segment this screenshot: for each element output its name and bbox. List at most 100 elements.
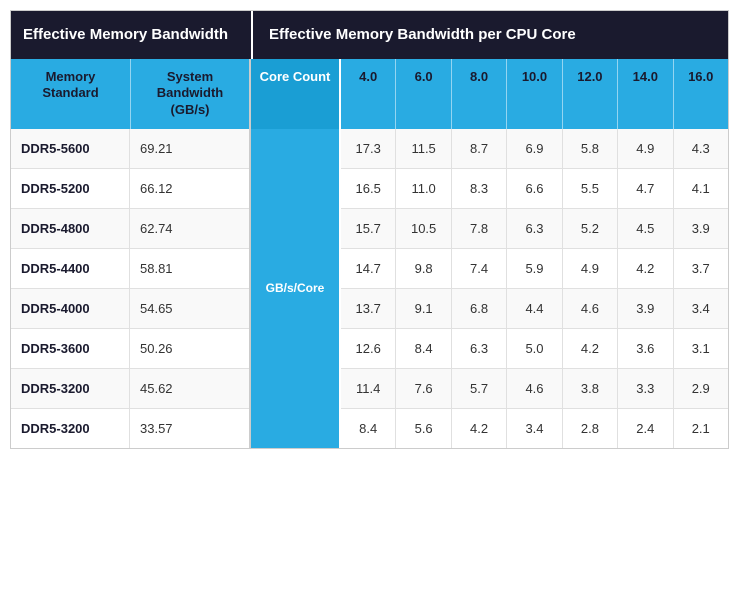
header-left-title: Effective Memory Bandwidth (11, 11, 251, 59)
value-cell: 13.7 (341, 289, 396, 328)
left-data-row: DDR5-440058.81 (11, 249, 249, 289)
system-bandwidth-cell: 54.65 (130, 289, 249, 328)
header-row: Effective Memory Bandwidth Effective Mem… (11, 11, 728, 59)
value-cell: 17.3 (341, 129, 396, 168)
value-cell: 5.6 (396, 409, 451, 448)
value-cell: 12.6 (341, 329, 396, 368)
value-cell: 4.2 (563, 329, 618, 368)
value-cell: 10.5 (396, 209, 451, 248)
value-cell: 3.1 (674, 329, 728, 368)
value-cell: 11.4 (341, 369, 396, 408)
value-cell: 5.8 (563, 129, 618, 168)
subheader-core-8.0: 8.0 (452, 59, 507, 130)
memory-standard-cell: DDR5-5200 (11, 169, 130, 208)
memory-standard-cell: DDR5-3200 (11, 369, 130, 408)
value-cell: 9.8 (396, 249, 451, 288)
system-bandwidth-cell: 66.12 (130, 169, 249, 208)
value-cell: 5.9 (507, 249, 562, 288)
value-cell: 8.4 (341, 409, 396, 448)
left-columns: DDR5-560069.21DDR5-520066.12DDR5-480062.… (11, 129, 251, 448)
system-bandwidth-cell: 62.74 (130, 209, 249, 248)
value-cell: 8.7 (452, 129, 507, 168)
value-cell: 6.3 (452, 329, 507, 368)
subheader-memory-standard: Memory Standard (11, 59, 131, 130)
left-data-row: DDR5-400054.65 (11, 289, 249, 329)
value-cell: 3.8 (563, 369, 618, 408)
memory-standard-cell: DDR5-3200 (11, 409, 130, 448)
left-data-row: DDR5-320045.62 (11, 369, 249, 409)
memory-standard-cell: DDR5-4800 (11, 209, 130, 248)
left-data-row: DDR5-320033.57 (11, 409, 249, 448)
memory-standard-cell: DDR5-4400 (11, 249, 130, 288)
subheader-system-bandwidth: System Bandwidth (GB/s) (131, 59, 251, 130)
value-cell: 7.6 (396, 369, 451, 408)
subheader-core-values: 4.06.08.010.012.014.016.0 (341, 59, 728, 130)
value-cell: 5.7 (452, 369, 507, 408)
value-cell: 4.9 (563, 249, 618, 288)
left-data-row: DDR5-520066.12 (11, 169, 249, 209)
right-data-row: 14.79.87.45.94.94.23.7 (341, 249, 728, 289)
right-value-columns: 17.311.58.76.95.84.94.316.511.08.36.65.5… (341, 129, 728, 448)
system-bandwidth-cell: 69.21 (130, 129, 249, 168)
value-cell: 5.5 (563, 169, 618, 208)
system-bandwidth-cell: 33.57 (130, 409, 249, 448)
value-cell: 5.0 (507, 329, 562, 368)
subheader-core-6.0: 6.0 (396, 59, 451, 130)
value-cell: 7.8 (452, 209, 507, 248)
value-cell: 4.4 (507, 289, 562, 328)
value-cell: 3.9 (618, 289, 673, 328)
value-cell: 4.9 (618, 129, 673, 168)
value-cell: 14.7 (341, 249, 396, 288)
subheader-core-count: Core Count (251, 59, 341, 130)
memory-standard-cell: DDR5-4000 (11, 289, 130, 328)
value-cell: 3.6 (618, 329, 673, 368)
value-cell: 4.2 (452, 409, 507, 448)
subheader-core-4.0: 4.0 (341, 59, 396, 130)
value-cell: 2.9 (674, 369, 728, 408)
system-bandwidth-cell: 50.26 (130, 329, 249, 368)
table-body: DDR5-560069.21DDR5-520066.12DDR5-480062.… (11, 129, 728, 448)
value-cell: 3.3 (618, 369, 673, 408)
value-cell: 15.7 (341, 209, 396, 248)
value-cell: 3.4 (674, 289, 728, 328)
value-cell: 5.2 (563, 209, 618, 248)
subheader-row: Memory Standard System Bandwidth (GB/s) … (11, 59, 728, 130)
value-cell: 4.6 (563, 289, 618, 328)
value-cell: 11.0 (396, 169, 451, 208)
value-cell: 16.5 (341, 169, 396, 208)
value-cell: 4.3 (674, 129, 728, 168)
core-count-merged-cell: GB/s/Core (251, 129, 341, 448)
subheader-core-16.0: 16.0 (674, 59, 728, 130)
system-bandwidth-cell: 58.81 (130, 249, 249, 288)
value-cell: 6.9 (507, 129, 562, 168)
value-cell: 8.4 (396, 329, 451, 368)
right-data-row: 13.79.16.84.44.63.93.4 (341, 289, 728, 329)
right-title-text: Effective Memory Bandwidth per CPU Core (269, 26, 576, 43)
value-cell: 2.8 (563, 409, 618, 448)
value-cell: 4.1 (674, 169, 728, 208)
right-data-row: 8.45.64.23.42.82.42.1 (341, 409, 728, 448)
value-cell: 7.4 (452, 249, 507, 288)
memory-standard-cell: DDR5-3600 (11, 329, 130, 368)
left-data-row: DDR5-480062.74 (11, 209, 249, 249)
value-cell: 6.3 (507, 209, 562, 248)
value-cell: 6.6 (507, 169, 562, 208)
value-cell: 4.7 (618, 169, 673, 208)
value-cell: 2.4 (618, 409, 673, 448)
subheader-core-10.0: 10.0 (507, 59, 562, 130)
value-cell: 4.5 (618, 209, 673, 248)
subheader-core-12.0: 12.0 (563, 59, 618, 130)
main-table: Effective Memory Bandwidth Effective Mem… (10, 10, 729, 449)
value-cell: 11.5 (396, 129, 451, 168)
value-cell: 9.1 (396, 289, 451, 328)
value-cell: 2.1 (674, 409, 728, 448)
value-cell: 8.3 (452, 169, 507, 208)
right-data-row: 12.68.46.35.04.23.63.1 (341, 329, 728, 369)
right-data-row: 15.710.57.86.35.24.53.9 (341, 209, 728, 249)
left-title-text: Effective Memory Bandwidth (23, 26, 228, 43)
memory-standard-cell: DDR5-5600 (11, 129, 130, 168)
right-data-row: 11.47.65.74.63.83.32.9 (341, 369, 728, 409)
right-data-row: 16.511.08.36.65.54.74.1 (341, 169, 728, 209)
value-cell: 3.4 (507, 409, 562, 448)
left-data-row: DDR5-560069.21 (11, 129, 249, 169)
